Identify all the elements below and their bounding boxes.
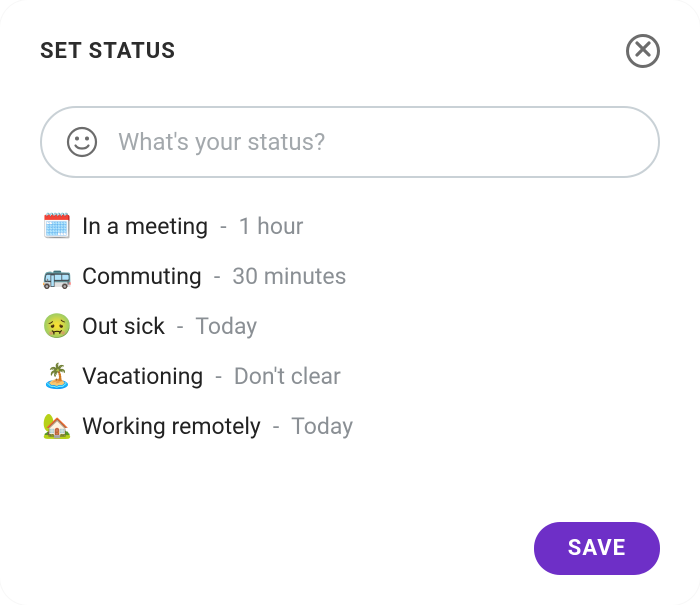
separator: - [215, 365, 221, 388]
status-option-duration: Don't clear [234, 365, 341, 388]
status-option-duration: 1 hour [239, 215, 304, 238]
status-option-label: Out sick [82, 315, 165, 338]
calendar-icon: 🗓️ [42, 214, 72, 238]
emoji-picker-icon[interactable] [66, 126, 98, 158]
save-button[interactable]: SAVE [534, 522, 660, 575]
modal-header: SET STATUS [40, 34, 660, 68]
separator: - [177, 315, 183, 338]
close-button[interactable] [626, 34, 660, 68]
status-option-out-sick[interactable]: 🤢 Out sick - Today [42, 314, 660, 338]
sick-face-icon: 🤢 [42, 314, 72, 338]
status-option-label: Vacationing [82, 365, 203, 388]
status-option-duration: 30 minutes [232, 265, 346, 288]
status-option-label: Working remotely [82, 415, 261, 438]
status-option-meeting[interactable]: 🗓️ In a meeting - 1 hour [42, 214, 660, 238]
status-input-container[interactable] [40, 106, 660, 178]
status-option-working-remotely[interactable]: 🏡 Working remotely - Today [42, 414, 660, 438]
suggested-status-list: 🗓️ In a meeting - 1 hour 🚌 Commuting - 3… [40, 214, 660, 438]
bus-icon: 🚌 [42, 264, 72, 288]
island-icon: 🏝️ [42, 364, 72, 388]
separator: - [220, 215, 226, 238]
separator: - [273, 415, 279, 438]
status-input[interactable] [116, 127, 634, 157]
house-icon: 🏡 [42, 414, 72, 438]
close-icon [635, 41, 651, 61]
separator: - [214, 265, 220, 288]
status-option-label: In a meeting [82, 215, 208, 238]
status-option-duration: Today [291, 415, 353, 438]
status-option-vacationing[interactable]: 🏝️ Vacationing - Don't clear [42, 364, 660, 388]
set-status-modal: SET STATUS 🗓️ In a meeting - [0, 0, 700, 605]
status-option-label: Commuting [82, 265, 202, 288]
modal-title: SET STATUS [40, 39, 176, 64]
status-option-duration: Today [195, 315, 257, 338]
status-option-commuting[interactable]: 🚌 Commuting - 30 minutes [42, 264, 660, 288]
